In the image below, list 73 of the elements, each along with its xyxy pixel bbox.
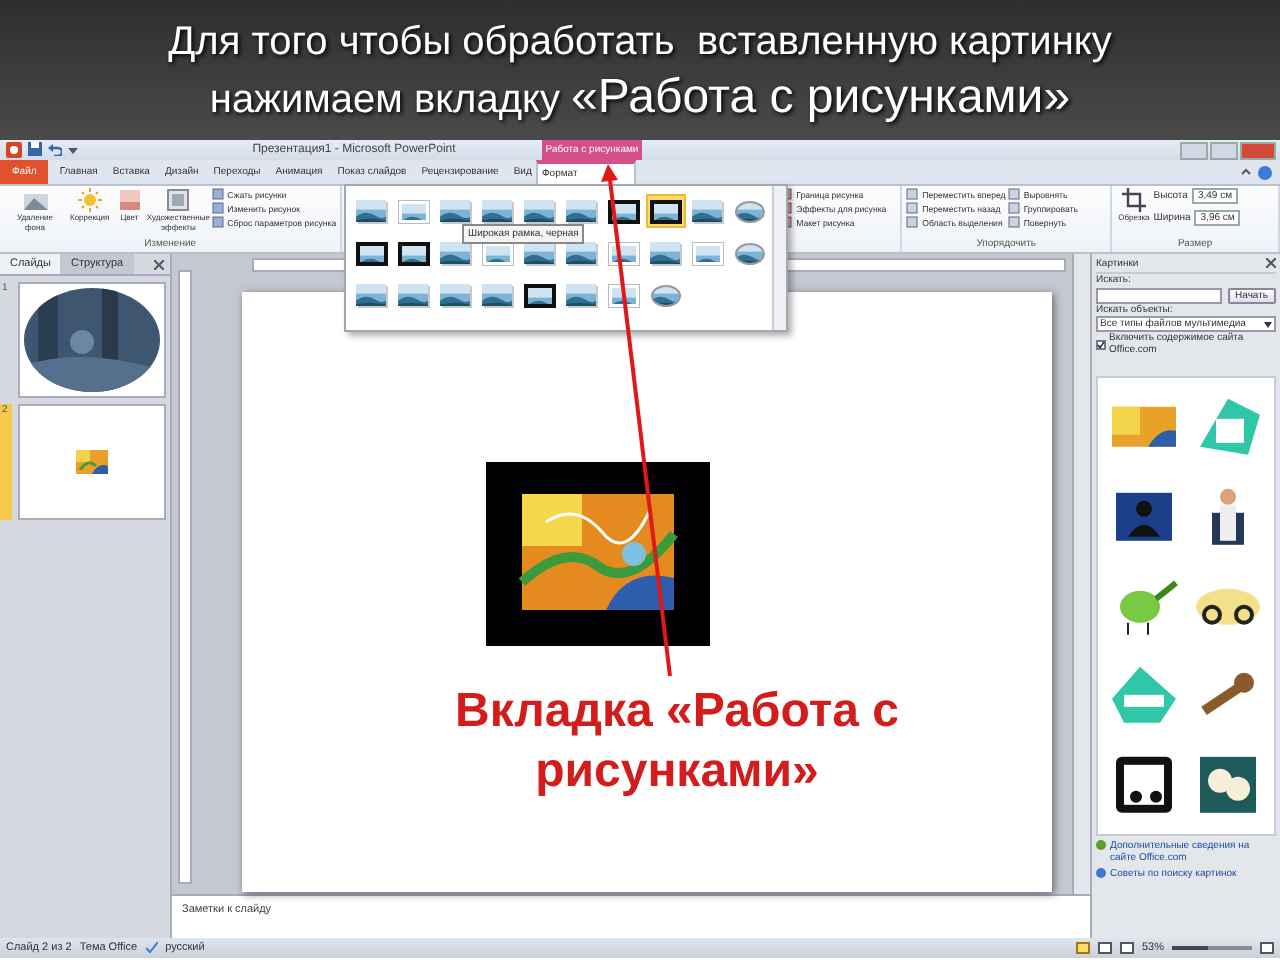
undo-icon[interactable] [48, 142, 62, 156]
style-preview-icon [566, 283, 598, 307]
normal-view-icon[interactable] [1075, 942, 1090, 954]
style-preview-icon [482, 283, 514, 307]
slide-caption: Вкладка «Работа с рисунками» [453, 682, 901, 802]
fit-to-window-icon[interactable] [1260, 942, 1274, 954]
slide-sorter-icon[interactable] [1097, 942, 1112, 954]
close-icon[interactable] [154, 259, 170, 269]
style-preview-icon [440, 283, 472, 307]
style-preview-icon [734, 199, 766, 223]
style-preview-icon [650, 283, 682, 307]
picture-style-option[interactable] [520, 278, 560, 312]
style-preview-icon [440, 199, 472, 223]
globe-icon [1096, 840, 1106, 850]
style-preview-icon [692, 241, 724, 265]
sun-icon [75, 188, 104, 212]
picture-style-option[interactable] [562, 236, 602, 270]
color-swatch-icon [115, 188, 144, 212]
picture-style-option[interactable] [394, 278, 434, 312]
picture-style-option[interactable] [562, 194, 602, 228]
app-logo-icon[interactable] [6, 142, 22, 158]
picture-style-option[interactable] [352, 236, 392, 270]
picture-style-option[interactable] [478, 278, 518, 312]
style-preview-icon [650, 241, 682, 265]
dropdown-icon [1264, 321, 1272, 327]
crop-icon [1121, 188, 1146, 212]
style-preview-icon [692, 199, 724, 223]
slide-heading: нажимаем вкладку [209, 77, 560, 121]
picture-style-option[interactable] [520, 194, 560, 228]
style-preview-icon [356, 241, 388, 265]
style-preview-icon [566, 199, 598, 223]
style-preview-icon [524, 199, 556, 223]
slide-thumbnail[interactable] [18, 282, 166, 398]
style-preview-icon [566, 241, 598, 265]
checkbox[interactable] [1096, 339, 1106, 349]
spellcheck-icon[interactable] [145, 942, 158, 954]
dropdown-icon[interactable] [68, 142, 78, 156]
style-preview-icon [482, 199, 514, 223]
picture-style-option[interactable] [436, 236, 476, 270]
search-field[interactable] [1096, 288, 1222, 304]
slide-heading: «Работа с рисунками» [571, 69, 1071, 123]
picture-style-option[interactable] [436, 194, 476, 228]
background-removal-icon [21, 188, 49, 212]
close-icon[interactable] [1266, 258, 1276, 268]
scrollbar[interactable] [1072, 254, 1090, 894]
slide-heading: Для того чтобы обработать вставленную картинку [168, 17, 1112, 67]
style-preview-icon [440, 241, 472, 265]
picture-style-option[interactable] [352, 278, 392, 312]
picture-style-option[interactable] [394, 236, 434, 270]
style-preview-icon [356, 199, 388, 223]
close-button[interactable] [1240, 141, 1276, 159]
style-preview-icon [398, 283, 430, 307]
picture-style-option[interactable] [562, 278, 602, 312]
style-preview-icon [356, 283, 388, 307]
save-icon[interactable] [28, 142, 42, 156]
style-preview-icon [524, 283, 556, 307]
reading-view-icon[interactable] [1119, 942, 1134, 954]
style-preview-icon [734, 241, 766, 265]
picture-style-option[interactable] [646, 236, 686, 270]
help-icon[interactable] [1258, 166, 1272, 180]
scrollbar[interactable] [772, 186, 786, 330]
style-preview-icon [398, 241, 430, 265]
picture-style-option[interactable] [478, 194, 518, 228]
picture-style-option[interactable] [688, 194, 728, 228]
style-preview-icon [524, 241, 556, 265]
style-preview-icon [650, 199, 682, 223]
style-preview-icon [398, 199, 430, 223]
picture-style-option[interactable] [436, 278, 476, 312]
collapse-ribbon-icon[interactable] [1240, 166, 1252, 178]
picture-style-option[interactable] [646, 194, 686, 228]
help-icon [1096, 868, 1106, 878]
picture-style-option[interactable] [352, 194, 392, 228]
slide-thumbnail[interactable] [18, 404, 166, 520]
